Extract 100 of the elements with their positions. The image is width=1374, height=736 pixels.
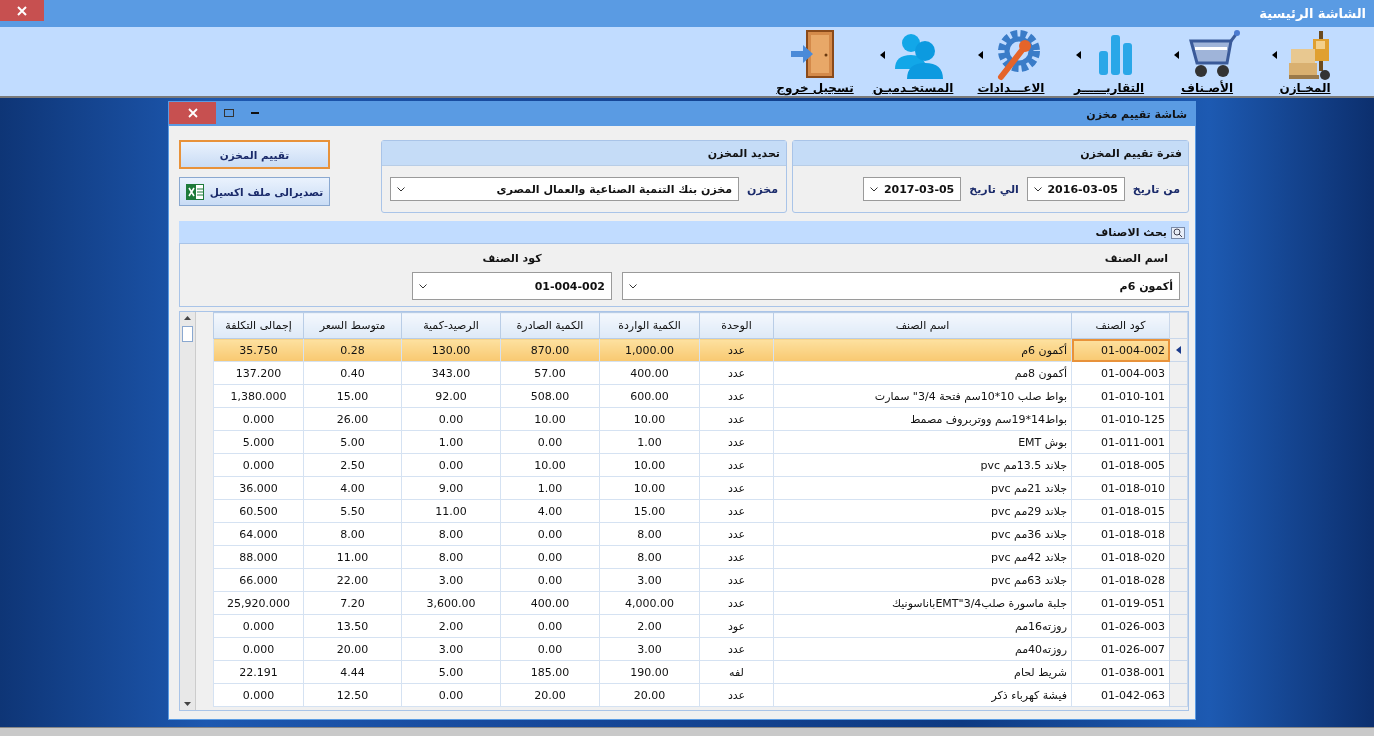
toolbar-button[interactable]: تسجيل خروج (766, 27, 864, 96)
item-name-dropdown[interactable]: أكمون 6م (622, 272, 1180, 300)
table-cell: 20.00 (500, 683, 600, 707)
table-cell: 22.191 (213, 660, 304, 684)
table-cell: 10.00 (599, 476, 700, 500)
window-title: الشاشة الرئيسية (1259, 6, 1367, 21)
table-cell: 1,000.00 (599, 338, 700, 362)
toolbar-button[interactable]: الاعـــدادات (962, 27, 1060, 96)
table-cell: 01-010-101 (1071, 384, 1170, 408)
table-cell: 01-004-003 (1071, 361, 1170, 385)
table-cell: عدد (699, 683, 774, 707)
table-cell: 57.00 (500, 361, 600, 385)
table-cell: 10.00 (500, 453, 600, 477)
export-button[interactable]: تصديرالى ملف اكسيل (179, 177, 330, 206)
table-cell: عدد (699, 568, 774, 592)
close-button[interactable] (169, 102, 216, 124)
table-cell: عدد (699, 637, 774, 661)
column-header[interactable]: كود الصنف (1071, 312, 1170, 339)
table-cell: 5.00 (401, 660, 501, 684)
maximize-icon (224, 109, 234, 117)
table-cell: 5.000 (213, 430, 304, 454)
table-cell: 35.750 (213, 338, 304, 362)
evaluate-button[interactable]: تقييم المخزن (179, 140, 330, 169)
table-cell: 0.00 (500, 637, 600, 661)
dropdown-arrow-icon[interactable] (879, 51, 885, 59)
field-label: مخزن (747, 182, 778, 196)
table-cell: جلاند 21مم pvc (773, 476, 1072, 500)
table-cell: 190.00 (599, 660, 700, 684)
close-icon (16, 4, 28, 17)
table-cell: 0.00 (500, 430, 600, 454)
dropdown-arrow-icon[interactable] (1173, 51, 1179, 59)
table-cell: 0.00 (401, 407, 501, 431)
item-code-dropdown[interactable]: 01-004-002 (412, 272, 612, 300)
panel-title: فترة تقييم المخزن (1080, 146, 1182, 160)
toolbar-button[interactable]: التقاريــــــر (1060, 27, 1158, 96)
dropdown-arrow-icon[interactable] (1075, 51, 1081, 59)
table-cell: شريط لحام (773, 660, 1072, 684)
column-header[interactable]: الكمية الصادرة (500, 312, 600, 339)
column-header[interactable]: الرصيد-كمية (401, 312, 501, 339)
table-cell: 01-042-063 (1071, 683, 1170, 707)
table-cell: 130.00 (401, 338, 501, 362)
current-row-icon (1176, 345, 1181, 354)
table-cell: 137.200 (213, 361, 304, 385)
table-cell: 0.000 (213, 407, 304, 431)
table-cell: أكمون 8مم (773, 361, 1072, 385)
dropdown-arrow-icon[interactable] (977, 51, 983, 59)
table-cell: 8.00 (599, 522, 700, 546)
table-cell: بواط14*19سم ووتربروف مصمط (773, 407, 1072, 431)
store-dropdown[interactable]: مخزن بنك التنمية الصناعية والعمال المصرى (390, 177, 739, 201)
table-cell: 0.000 (213, 614, 304, 638)
table-cell: 01-004-002 (1071, 338, 1170, 362)
table-cell: 15.00 (303, 384, 402, 408)
panel-title: تحديد المخزن (707, 146, 780, 160)
column-header[interactable]: اسم الصنف (773, 312, 1072, 339)
close-button[interactable] (0, 0, 44, 21)
column-header[interactable]: الوحدة (699, 312, 774, 339)
chevron-down-icon (870, 186, 879, 192)
scroll-up-icon[interactable] (184, 316, 192, 320)
table-cell: 0.00 (401, 453, 501, 477)
search-icon (1171, 225, 1185, 239)
table-cell: 0.000 (213, 683, 304, 707)
window-title: شاشة تقييم مخزن (1086, 107, 1188, 121)
spreadsheet-icon (185, 183, 204, 200)
table-cell: 0.00 (500, 545, 600, 569)
toolbar-button[interactable]: الأصـناف (1158, 27, 1256, 96)
toolbar-button[interactable]: المستخـدميـن (864, 27, 962, 96)
table-cell: 400.00 (500, 591, 600, 615)
table-cell: جلاند 42مم pvc (773, 545, 1072, 569)
table-cell: جلاند 36مم pvc (773, 522, 1072, 546)
table-cell: 3.00 (599, 568, 700, 592)
field-label: الي تاريخ (969, 182, 1019, 196)
table-cell: 66.000 (213, 568, 304, 592)
table-cell: 01-018-010 (1071, 476, 1170, 500)
scroll-down-icon[interactable] (184, 702, 192, 706)
column-header[interactable]: إجمالى التكلفة (213, 312, 304, 339)
scrollbar[interactable] (180, 312, 197, 710)
table-cell: 8.00 (401, 522, 501, 546)
dropdown-arrow-icon[interactable] (1271, 51, 1277, 59)
table-cell: 185.00 (500, 660, 600, 684)
field-label: اسم الصنف (1104, 252, 1169, 267)
table-cell: فيشة كهرباء ذكر (773, 683, 1072, 707)
toolbar-button[interactable]: المخـازن (1256, 27, 1354, 96)
table-cell: 2.00 (599, 614, 700, 638)
table-cell: جلبة ماسورة صلب3/4"EMTباناسونيك (773, 591, 1072, 615)
date-dropdown[interactable]: 2016-03-05 (1026, 177, 1125, 201)
table-cell: 9.00 (401, 476, 501, 500)
table-cell: 400.00 (599, 361, 700, 385)
table-cell: 508.00 (500, 384, 600, 408)
column-header[interactable]: متوسط السعر (303, 312, 402, 339)
table-cell: 4.00 (303, 476, 402, 500)
table-cell: 7.20 (303, 591, 402, 615)
table-cell: 600.00 (599, 384, 700, 408)
table-cell: عدد (699, 522, 774, 546)
column-header[interactable]: الكمية الواردة (599, 312, 700, 339)
table-cell: روزته16مم (773, 614, 1072, 638)
date-dropdown[interactable]: 2017-03-05 (863, 177, 962, 201)
scroll-thumb[interactable] (182, 326, 194, 342)
table-cell: 8.00 (599, 545, 700, 569)
table-cell: بواط صلب 10*10سم فتحة 3/4" سمارت (773, 384, 1072, 408)
table-cell: 60.500 (213, 499, 304, 523)
